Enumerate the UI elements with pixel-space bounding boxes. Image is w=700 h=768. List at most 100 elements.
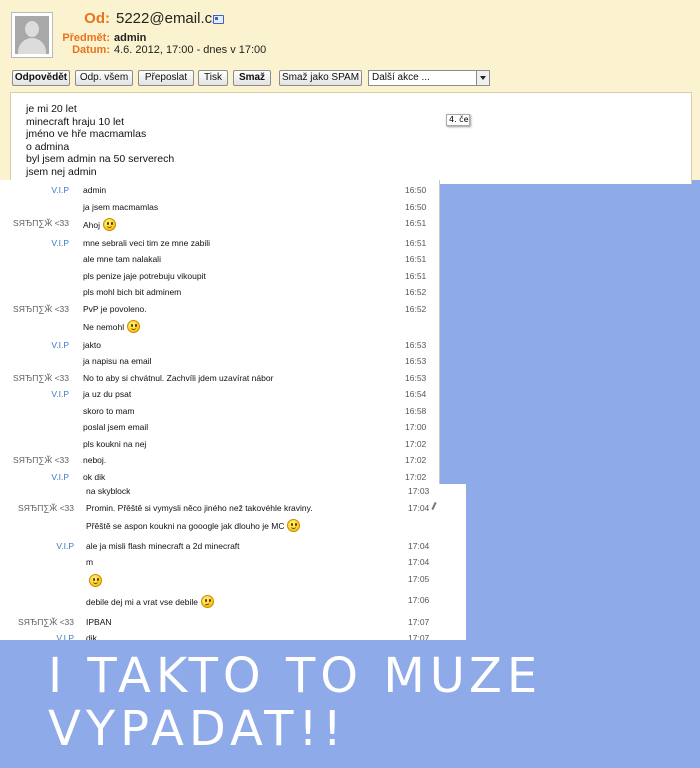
body-line: o admina — [26, 140, 70, 153]
chat-timestamp: 17:03 — [408, 486, 430, 496]
chat-message: neboj. — [83, 455, 106, 465]
chat-message-row: Ne nemohl — [0, 320, 439, 334]
chat-message: jakto — [83, 340, 101, 350]
chat-message: na skyblock — [86, 486, 130, 496]
chat-message: poslal jsem email — [83, 422, 148, 432]
chat-sender: ЅЯЂП∑Ӂ <33 — [18, 616, 74, 627]
chat-message-text: IPBAN — [86, 616, 112, 627]
chat-message: ja uz du psat — [83, 389, 131, 399]
user-avatar-icon — [11, 12, 53, 58]
more-actions-select[interactable]: Další akce ... — [368, 70, 490, 86]
chat-message-text: pls koukni na nej — [83, 438, 147, 449]
chat-message-text: na skyblock — [86, 486, 131, 496]
chevron-down-icon[interactable] — [476, 71, 489, 85]
chat-message-text: m — [86, 557, 94, 567]
email-header-panel: Od: 5222@email.cz Předmět: admin Datum: … — [0, 0, 700, 184]
reply-button[interactable]: Odpovědět — [12, 70, 70, 86]
chat-sender: V.I.P — [56, 540, 74, 551]
chat-sender: ЅЯЂП∑Ӂ <33 — [13, 455, 69, 465]
chat-log-1: V.I.P admin 16:50 ja jsem macmamlas 16:50 ЅЯЂ… — [0, 180, 440, 485]
chat-message: Přěště se aspon koukni na gooogle jak dl… — [86, 519, 301, 532]
forward-button[interactable]: Přeposlat — [138, 70, 194, 86]
chat-message-row: ЅЯЂП∑Ӂ <33 PvP je povoleno. 16:52 — [0, 304, 439, 318]
chat-message: ja napisu na email — [83, 356, 152, 366]
chat-message-row: debile dej mi a vrat vse debile 17:06 — [0, 595, 466, 609]
chat-message-text: ale mne tam nalakali — [83, 254, 161, 264]
smiley-emoticon-icon — [287, 519, 301, 532]
chat-timestamp: 17:00 — [405, 422, 427, 432]
chat-message-row: ЅЯЂП∑Ӂ <33 Ahoj 16:51 — [0, 218, 439, 232]
email-body: je mi 20 let minecraft hraju 10 let jmén… — [10, 92, 692, 184]
chat-message-row: V.I.P ja uz du psat 16:54 — [0, 389, 439, 403]
smiley-emoticon-icon — [103, 218, 117, 231]
sender-address[interactable]: 5222@email.cz — [116, 10, 220, 27]
chat-message-text: No to aby si chvátnul. Zachvíli jdem uza… — [83, 372, 274, 383]
chat-sender: ЅЯЂП∑Ӂ <33 — [13, 218, 69, 228]
chat-timestamp: 16:54 — [405, 389, 427, 399]
chat-sender: ЅЯЂП∑Ӂ <33 — [13, 303, 69, 314]
caption-line-1: I TAKTO TO MUZE — [48, 648, 543, 704]
chat-message-row: ЅЯЂП∑Ӂ <33 IPBAN 17:07 — [0, 617, 466, 631]
chat-message: mne sebrali veci tim ze mne zabili — [83, 238, 210, 248]
chat-timestamp: 16:53 — [405, 339, 427, 350]
chat-message-row: poslal jsem email 17:00 — [0, 422, 439, 436]
chat-message — [86, 573, 102, 587]
date-label: Datum: — [72, 44, 110, 56]
chat-timestamp: 17:02 — [405, 471, 427, 482]
chat-message-row: ЅЯЂП∑Ӂ <33 neboj. 17:02 — [0, 455, 439, 469]
chat-message-row: ale mne tam nalakali 16:51 — [0, 254, 439, 268]
chat-message-row: V.I.P admin 16:50 — [0, 185, 439, 199]
more-actions-label: Další akce ... — [372, 72, 430, 83]
chat-sender: V.I.P — [56, 633, 74, 640]
print-button[interactable]: Tisk — [198, 70, 228, 86]
chat-message: ok dik — [83, 472, 105, 482]
chat-message-text: pls penize jaje potrebuju vikoupit — [83, 270, 206, 281]
chat-sender: V.I.P — [51, 339, 69, 350]
chat-message-text: Přěště se aspon koukni na gooogle jak dl… — [86, 521, 285, 531]
chat-message: No to aby si chvátnul. Zachvíli jdem uza… — [83, 373, 273, 383]
body-line: je mi 20 let — [26, 103, 77, 115]
date-tooltip: 4. če — [446, 114, 470, 126]
chat-message-row: ЅЯЂП∑Ӂ <33 Promin. Přěště si vymysli něco… — [0, 503, 466, 517]
chat-message-text: Ahoj — [83, 220, 101, 230]
caption-line-2: VYPADAT!! — [48, 701, 347, 757]
chat-message: ale mne tam nalakali — [83, 254, 161, 264]
chat-timestamp: 16:50 — [405, 201, 427, 212]
chat-timestamp: 17:02 — [405, 438, 427, 449]
chat-timestamp: 17:06 — [408, 595, 430, 605]
chat-message-row: V.I.P ok dik 17:02 — [0, 472, 439, 486]
contact-card-icon[interactable] — [213, 15, 224, 24]
body-line: minecraft hraju 10 let — [26, 115, 125, 128]
chat-timestamp: 17:02 — [405, 455, 427, 465]
chat-message: dik — [86, 633, 97, 640]
chat-message-text: ja uz du psat — [83, 389, 132, 399]
chat-message-row: V.I.P mne sebrali veci tim ze mne zabili 1… — [0, 238, 439, 252]
chat-message-text: ja jsem macmamlas — [83, 201, 159, 212]
chat-timestamp: 16:52 — [405, 303, 427, 314]
chat-message-text: ale ja misli flash minecraft a 2d minecr… — [86, 540, 240, 551]
chat-message: pls mohl bich bit adminem — [83, 287, 181, 297]
from-label: Od: — [84, 10, 110, 27]
spam-button[interactable]: Smaž jako SPAM — [279, 70, 362, 86]
chat-message: m — [86, 557, 93, 567]
chat-message-text: PvP je povoleno. — [83, 303, 147, 314]
chat-timestamp: 16:50 — [405, 185, 427, 195]
chat-timestamp: 17:07 — [408, 616, 430, 627]
body-line: jsem nej admin — [26, 165, 97, 178]
delete-button[interactable]: Smaž — [233, 70, 271, 86]
chat-message-text: dik — [86, 633, 97, 640]
chat-message-text: neboj. — [83, 455, 107, 465]
chat-message-row: m 17:04 — [0, 557, 466, 571]
chat-timestamp: 16:58 — [405, 405, 427, 416]
chat-message-row: V.I.P jakto 16:53 — [0, 340, 439, 354]
chat-message-row: ja napisu na email 16:53 — [0, 356, 439, 370]
reply-all-button[interactable]: Odp. všem — [75, 70, 133, 86]
chat-message-text: debile dej mi a vrat vse debile — [86, 597, 198, 607]
chat-message: skoro to mam — [83, 406, 135, 416]
body-line: byl jsem admin na 50 serverech — [26, 153, 175, 165]
chat-message-text: Ne nemohl — [83, 322, 125, 332]
chat-message: debile dej mi a vrat vse debile — [86, 595, 214, 608]
chat-message: pls penize jaje potrebuju vikoupit — [83, 271, 206, 281]
chat-message-text: jakto — [83, 339, 101, 350]
chat-message-text: pls mohl bich bit adminem — [83, 287, 182, 297]
